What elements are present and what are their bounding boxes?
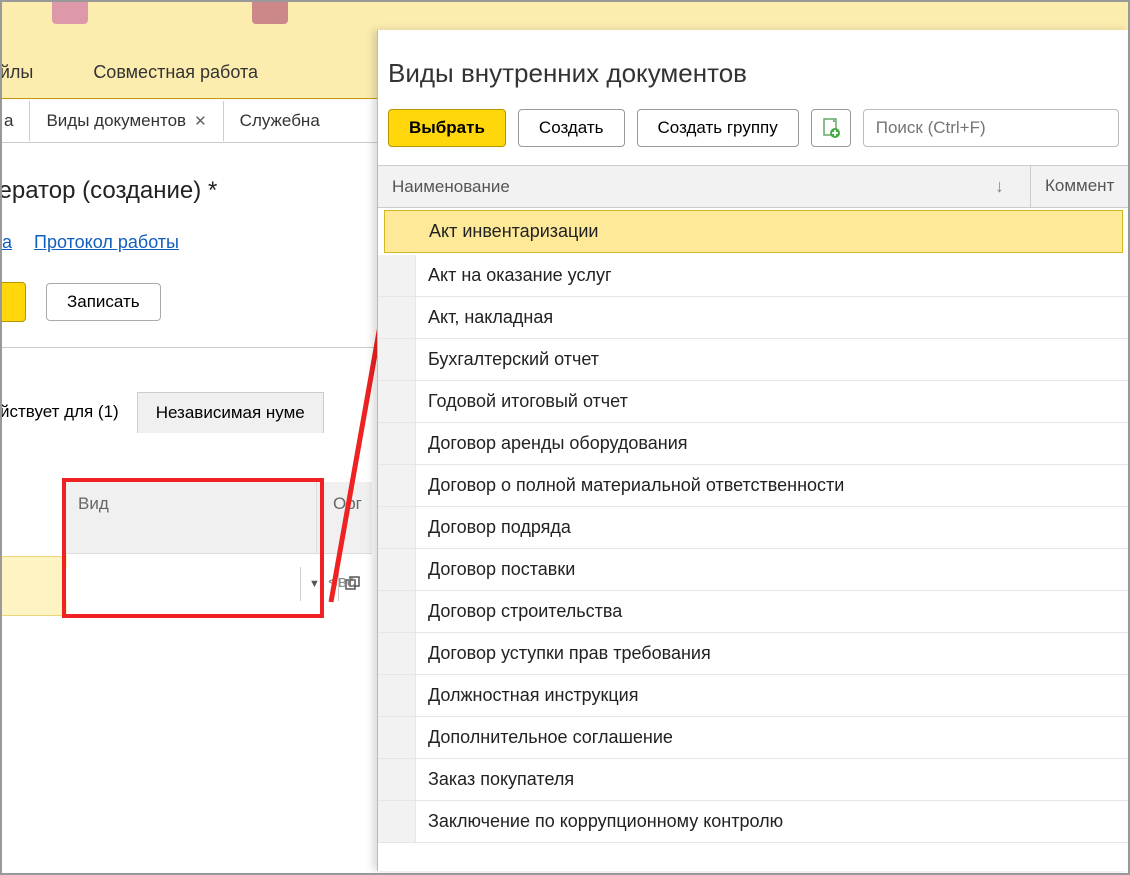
list-item-label: Акт на оказание услуг: [428, 265, 612, 285]
list-item-label: Акт инвентаризации: [429, 221, 598, 241]
link-era[interactable]: ера: [0, 232, 12, 253]
page-title: мератор (создание) *: [0, 177, 217, 205]
list-item[interactable]: Договор аренды оборудования: [378, 423, 1129, 465]
select-button[interactable]: Выбрать: [388, 109, 506, 147]
link-protocol[interactable]: Протокол работы: [34, 232, 179, 253]
list-item-label: Договор о полной материальной ответствен…: [428, 475, 844, 495]
document-type-list: Акт инвентаризации Акт на оказание услуг А…: [378, 210, 1129, 843]
list-item-label: Должностная инструкция: [428, 685, 638, 705]
tree-indent: [378, 339, 416, 380]
list-item[interactable]: Бухгалтерский отчет: [378, 339, 1129, 381]
tab-service[interactable]: Служебна: [224, 101, 336, 141]
add-doc-icon-button[interactable]: [811, 109, 851, 147]
create-button[interactable]: Создать: [518, 109, 625, 147]
tree-indent: [378, 759, 416, 800]
sort-asc-icon: ↓: [995, 176, 1016, 197]
save-close-button[interactable]: [0, 282, 26, 322]
list-item[interactable]: Договор уступки прав требования: [378, 633, 1129, 675]
list-item-label: Договор уступки прав требования: [428, 643, 711, 663]
list-item-label: Дополнительное соглашение: [428, 727, 673, 747]
bg-section-icon: [52, 2, 88, 24]
list-item-label: Договор аренды оборудования: [428, 433, 688, 453]
list-item[interactable]: Дополнительное соглашение: [378, 717, 1129, 759]
tree-indent: [378, 591, 416, 632]
list-item[interactable]: Акт, накладная: [378, 297, 1129, 339]
list-item[interactable]: Договор поставки: [378, 549, 1129, 591]
list-item[interactable]: Годовой итоговый отчет: [378, 381, 1129, 423]
annotation-highlight-box: [62, 478, 324, 618]
list-item-label: Бухгалтерский отчет: [428, 349, 599, 369]
tree-indent: [378, 423, 416, 464]
search-input[interactable]: [863, 109, 1119, 147]
list-item[interactable]: Договор о полной материальной ответствен…: [378, 465, 1129, 507]
create-group-button[interactable]: Создать группу: [637, 109, 799, 147]
tree-indent: [378, 465, 416, 506]
list-item[interactable]: Должностная инструкция: [378, 675, 1129, 717]
tree-indent: [378, 255, 416, 296]
col-header-comment[interactable]: Коммент: [1031, 166, 1129, 207]
list-item[interactable]: Договор строительства: [378, 591, 1129, 633]
list-item-label: Акт, накладная: [428, 307, 553, 327]
list-item-label: Договор поставки: [428, 559, 575, 579]
dialog-title: Виды внутренних документов: [378, 30, 1129, 109]
grid-row-highlight: [2, 556, 67, 616]
dialog-document-types: Виды внутренних документов Выбрать Созда…: [377, 30, 1129, 871]
list-item[interactable]: Заключение по коррупционному контролю: [378, 801, 1129, 843]
list-item-label: Заключение по коррупционному контролю: [428, 811, 783, 831]
list-item[interactable]: Заказ покупателя: [378, 759, 1129, 801]
list-item-label: Заказ покупателя: [428, 769, 574, 789]
grid-all-placeholder: <вс: [328, 572, 355, 592]
list-item[interactable]: Акт на оказание услуг: [378, 255, 1129, 297]
tab-partial[interactable]: а: [2, 101, 30, 141]
tree-indent: [378, 297, 416, 338]
grid-col-org[interactable]: Орг: [316, 482, 372, 554]
list-item-label: Договор подряда: [428, 517, 571, 537]
tab-document-types[interactable]: Виды документов ✕: [30, 101, 223, 141]
subtab-applies[interactable]: йствует для (1): [0, 392, 137, 433]
subtab-independent[interactable]: Независимая нуме: [137, 392, 324, 433]
close-icon[interactable]: ✕: [194, 112, 207, 130]
menu-item-collab[interactable]: Совместная работа: [93, 62, 258, 83]
tree-indent: [378, 633, 416, 674]
write-button[interactable]: Записать: [46, 283, 161, 321]
bg-section-icon: [252, 2, 288, 24]
tree-indent: [378, 675, 416, 716]
list-item[interactable]: Акт инвентаризации: [384, 210, 1123, 253]
tree-indent: [378, 549, 416, 590]
menu-item-files[interactable]: ы и файлы: [0, 62, 33, 83]
list-item[interactable]: Договор подряда: [378, 507, 1129, 549]
tree-indent: [378, 801, 416, 842]
col-header-name[interactable]: Наименование ↓: [378, 166, 1031, 207]
list-item-label: Договор строительства: [428, 601, 622, 621]
tree-indent: [378, 381, 416, 422]
tree-indent: [378, 717, 416, 758]
list-item-label: Годовой итоговый отчет: [428, 391, 628, 411]
tree-indent: [378, 507, 416, 548]
